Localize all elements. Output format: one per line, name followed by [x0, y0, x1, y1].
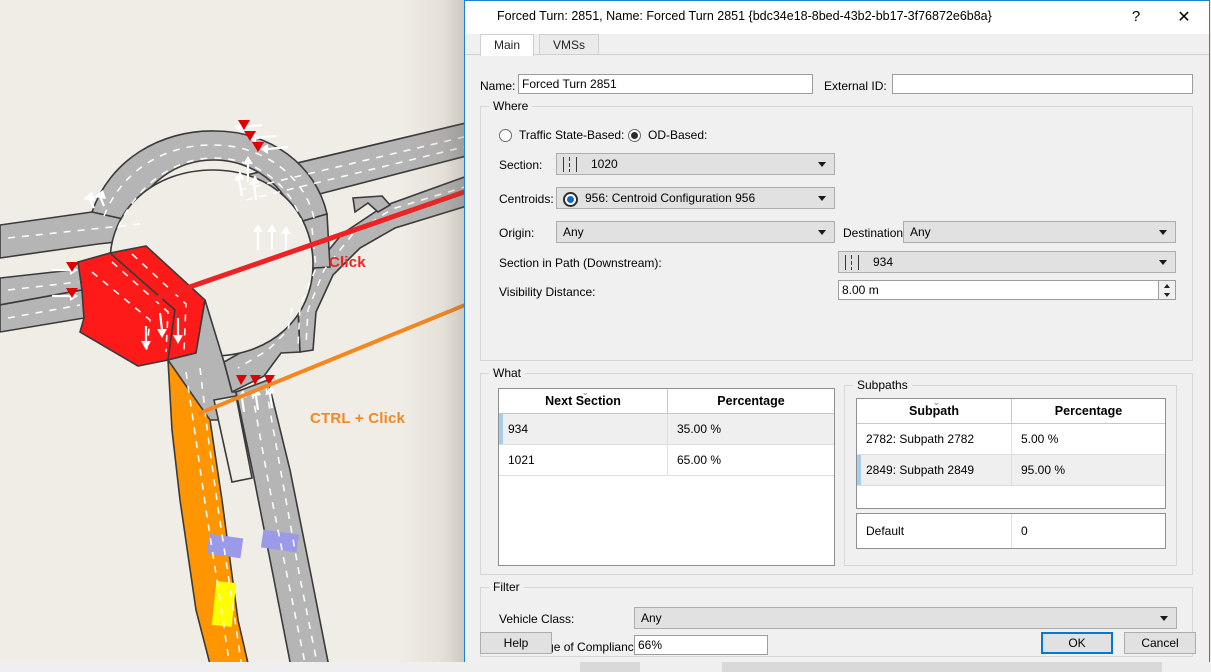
help-button[interactable]: Help [480, 632, 552, 654]
chevron-down-icon [818, 162, 826, 167]
what-group-title: What [489, 366, 525, 380]
external-id-label: External ID: [824, 79, 887, 93]
section-road-icon [563, 157, 585, 172]
origin-combo-value: Any [563, 225, 584, 239]
section-combo-value: 1020 [591, 157, 618, 171]
forced-turn-dialog: Forced Turn: 2851, Name: Forced Turn 285… [464, 0, 1210, 664]
name-input[interactable] [518, 74, 813, 94]
taskbar-item[interactable] [722, 662, 1162, 672]
visibility-distance-input[interactable] [838, 280, 1176, 300]
close-icon[interactable]: ✕ [1161, 1, 1207, 32]
annotation-label-click: Click [329, 254, 366, 271]
chevron-down-icon [1159, 230, 1167, 235]
centroid-circle-icon [563, 192, 578, 207]
section-combo[interactable]: 1020 [556, 153, 835, 175]
vehicle-class-combo[interactable]: Any [634, 607, 1177, 629]
dialog-titlebar[interactable]: Forced Turn: 2851, Name: Forced Turn 285… [465, 1, 1209, 34]
section-label: Section: [499, 158, 542, 172]
ok-button[interactable]: OK [1041, 632, 1113, 654]
chevron-down-icon [1159, 260, 1167, 265]
table-row[interactable]: 934 35.00 % [499, 414, 834, 445]
traffic-state-based-radio[interactable] [499, 129, 512, 142]
table-header-row: ⌄ Subpath Percentage [857, 399, 1165, 424]
section-road-icon [845, 255, 867, 270]
table-header-row: ⌄ Next Section Percentage [499, 389, 834, 414]
desktop-background-strip [0, 662, 1211, 672]
visibility-distance-label: Visibility Distance: [499, 285, 595, 299]
what-group: What ⌄ Next Section Percentage 934 35.00… [480, 373, 1193, 575]
name-label: Name: [480, 79, 515, 93]
sort-indicator-icon: ⌄ [933, 399, 940, 407]
external-id-input[interactable] [892, 74, 1193, 94]
tab-vmss[interactable]: VMSs [539, 34, 599, 55]
dialog-title: Forced Turn: 2851, Name: Forced Turn 285… [497, 9, 992, 23]
column-header-subpath[interactable]: ⌄ Subpath [857, 399, 1012, 423]
help-icon[interactable]: ? [1113, 1, 1159, 32]
compliance-input[interactable] [634, 635, 768, 655]
table-row[interactable]: 1021 65.00 % [499, 445, 834, 476]
taskbar-item[interactable] [580, 662, 640, 672]
od-based-label: OD-Based: [648, 128, 707, 142]
subpaths-group-title: Subpaths [853, 378, 912, 392]
tab-main[interactable]: Main [480, 34, 534, 56]
default-row[interactable]: Default 0 [857, 514, 1165, 548]
section-in-path-label: Section in Path (Downstream): [499, 256, 662, 270]
traffic-state-based-label: Traffic State-Based: [519, 128, 624, 142]
vehicle-class-value: Any [641, 611, 662, 625]
dialog-drop-shadow [400, 0, 470, 672]
table-empty-area [499, 476, 834, 566]
vehicle-class-label: Vehicle Class: [499, 612, 574, 626]
table-row[interactable]: 2782: Subpath 2782 5.00 % [857, 424, 1165, 455]
destination-combo-value: Any [910, 225, 931, 239]
column-header-percentage[interactable]: Percentage [668, 389, 834, 413]
sort-indicator-icon: ⌄ [582, 389, 589, 397]
annotation-label-ctrl-click: CTRL + Click [310, 410, 405, 427]
column-header-percentage[interactable]: Percentage [1012, 399, 1165, 423]
origin-combo[interactable]: Any [556, 221, 835, 243]
section-in-path-combo[interactable]: 934 [838, 251, 1176, 273]
dialog-body: Name: External ID: Where Traffic State-B… [465, 55, 1209, 623]
centroids-combo-value: 956: Centroid Configuration 956 [585, 191, 755, 205]
cancel-button[interactable]: Cancel [1124, 632, 1196, 654]
where-group-title: Where [489, 99, 532, 113]
subpaths-table[interactable]: ⌄ Subpath Percentage 2782: Subpath 2782 … [856, 398, 1166, 509]
subpaths-group: Subpaths ⌄ Subpath Percentage 2782: Subp… [844, 385, 1177, 566]
table-row[interactable]: 2849: Subpath 2849 95.00 % [857, 455, 1165, 486]
visibility-distance-spinner[interactable] [838, 280, 1176, 300]
centroids-label: Centroids: [499, 192, 554, 206]
spinner-up-icon[interactable] [1159, 281, 1175, 290]
destination-label: Destination: [843, 226, 906, 240]
centroids-combo[interactable]: 956: Centroid Configuration 956 [556, 187, 835, 209]
od-based-radio[interactable] [628, 129, 641, 142]
origin-label: Origin: [499, 226, 534, 240]
tab-strip: Main VMSs [465, 34, 1209, 55]
table-empty-area [857, 486, 1165, 509]
section-in-path-value: 934 [873, 255, 893, 269]
network-map-canvas[interactable]: .rd { fill:#b5b5b5; stroke:#3a3a3a; stro… [0, 0, 470, 672]
chevron-down-icon [818, 196, 826, 201]
subpaths-default-table[interactable]: Default 0 [856, 513, 1166, 549]
chevron-down-icon [818, 230, 826, 235]
where-group: Where Traffic State-Based: OD-Based: Sec… [480, 106, 1193, 361]
next-section-table[interactable]: ⌄ Next Section Percentage 934 35.00 % 10… [498, 388, 835, 566]
spinner-down-icon[interactable] [1159, 290, 1175, 299]
destination-combo[interactable]: Any [903, 221, 1176, 243]
spinner-buttons[interactable] [1158, 281, 1175, 299]
chevron-down-icon [1160, 616, 1168, 621]
filter-group-title: Filter [489, 580, 524, 594]
column-header-next-section[interactable]: ⌄ Next Section [499, 389, 668, 413]
